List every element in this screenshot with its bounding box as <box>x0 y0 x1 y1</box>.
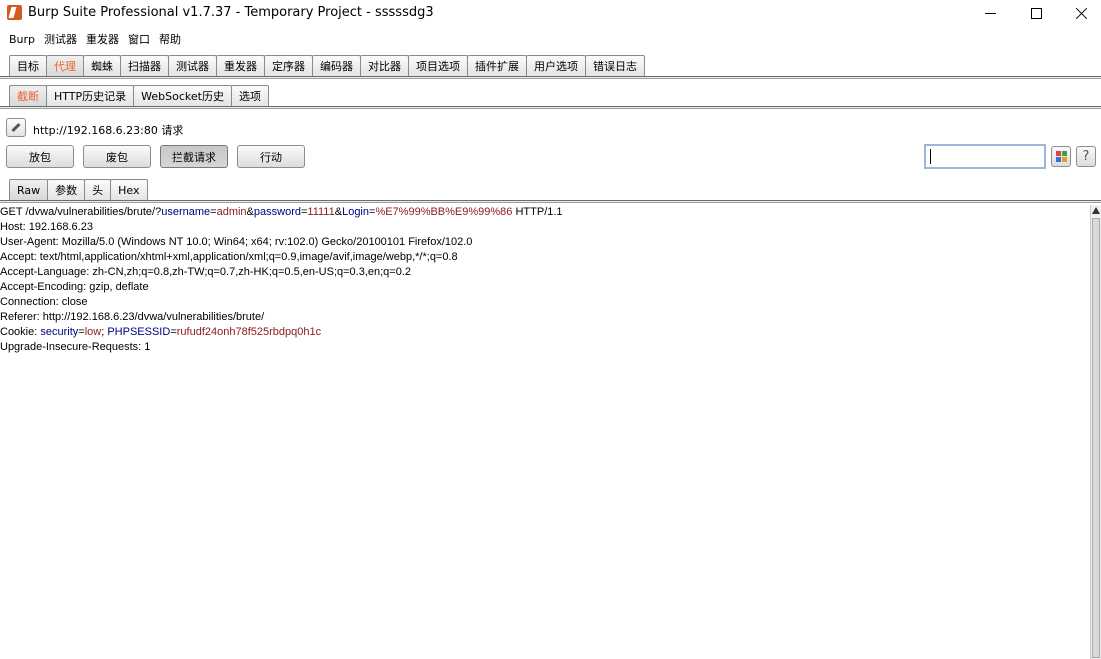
cookie-name: security <box>40 326 79 338</box>
proxy-tab-bar: 截断 HTTP历史记录 WebSocket历史 选项 <box>0 85 1101 106</box>
close-icon <box>1075 7 1088 20</box>
main-tab-bar: 目标 代理 蜘蛛 扫描器 测试器 重发器 定序器 编码器 对比器 项目选项 插件… <box>0 55 1101 76</box>
http-version: HTTP/1.1 <box>512 206 563 218</box>
tab-raw[interactable]: Raw <box>9 179 49 200</box>
color-grid-cell <box>1062 157 1067 162</box>
menu-intruder[interactable]: 测试器 <box>44 31 77 47</box>
highlight-color-button[interactable] <box>1051 146 1071 167</box>
menu-window[interactable]: 窗口 <box>128 31 150 47</box>
cookie-value: low <box>84 326 102 338</box>
param-value: 11111 <box>307 206 335 218</box>
intercept-toggle-button[interactable]: 拦截请求 <box>160 145 228 168</box>
tab-hex[interactable]: Hex <box>110 179 148 200</box>
header-line: Upgrade-Insecure-Requests: 1 <box>0 341 151 353</box>
param-value: admin <box>216 206 247 218</box>
text-caret <box>930 149 931 164</box>
header-line: Accept: text/html,application/xhtml+xml,… <box>0 251 458 263</box>
tab-divider <box>0 76 1101 79</box>
help-button[interactable]: ? <box>1076 146 1096 167</box>
window-title: Burp Suite Professional v1.7.37 - Tempor… <box>28 5 434 20</box>
message-editor-tab-bar: Raw 参数 头 Hex <box>0 179 1101 200</box>
tab-proxy[interactable]: 代理 <box>46 55 84 76</box>
tab-alerts[interactable]: 错误日志 <box>585 55 645 76</box>
param-name: username <box>161 206 211 218</box>
maximize-button[interactable] <box>1013 0 1059 26</box>
tab-sequencer[interactable]: 定序器 <box>264 55 313 76</box>
param-name: password <box>253 206 301 218</box>
maximize-icon <box>1030 7 1042 19</box>
header-line: Referer: http://192.168.6.23/dvwa/vulner… <box>0 311 265 323</box>
scroll-up-arrow-icon[interactable] <box>1092 207 1100 214</box>
search-field[interactable] <box>924 144 1046 169</box>
param-name: Login <box>342 206 369 218</box>
cookie-line: Cookie: security=low; PHPSESSID=rufudf24… <box>0 326 322 338</box>
param-value: %E7%99%BB%E9%99%86 <box>375 206 513 218</box>
tab-divider <box>0 106 1101 109</box>
tab-repeater[interactable]: 重发器 <box>216 55 265 76</box>
menu-burp[interactable]: Burp <box>9 33 35 46</box>
minimize-button[interactable] <box>967 0 1013 26</box>
tab-user-options[interactable]: 用户选项 <box>526 55 586 76</box>
header-line: Accept-Language: zh-CN,zh;q=0.8,zh-TW;q=… <box>0 266 412 278</box>
help-icon: ? <box>1082 149 1090 164</box>
close-button[interactable] <box>1058 0 1101 26</box>
color-grid-icon <box>1056 151 1061 156</box>
tab-headers[interactable]: 头 <box>84 179 112 200</box>
header-line: Accept-Encoding: gzip, deflate <box>0 281 149 293</box>
action-button[interactable]: 行动 <box>237 145 305 168</box>
tab-extender[interactable]: 插件扩展 <box>467 55 527 76</box>
minimize-icon <box>984 12 996 14</box>
scroll-thumb[interactable] <box>1092 218 1100 658</box>
menu-repeater[interactable]: 重发器 <box>86 31 119 47</box>
tab-params[interactable]: 参数 <box>47 179 86 200</box>
menu-help[interactable]: 帮助 <box>159 31 181 47</box>
tab-http-history[interactable]: HTTP历史记录 <box>46 85 135 106</box>
color-grid-cell <box>1056 157 1061 162</box>
tab-websocket-history[interactable]: WebSocket历史 <box>133 85 232 106</box>
tab-scanner[interactable]: 扫描器 <box>120 55 169 76</box>
header-line: Host: 192.168.6.23 <box>0 221 93 233</box>
raw-request-editor[interactable]: GET /dvwa/vulnerabilities/brute/?usernam… <box>0 205 1090 659</box>
pencil-icon <box>11 122 21 133</box>
title-bar: Burp Suite Professional v1.7.37 - Tempor… <box>0 0 1101 28</box>
tab-proxy-options[interactable]: 选项 <box>230 85 269 106</box>
tab-intruder[interactable]: 测试器 <box>168 55 217 76</box>
tab-spider[interactable]: 蜘蛛 <box>83 55 121 76</box>
cookie-value: rufudf24onh78f525rbdpq0h1c <box>176 326 322 338</box>
tab-project-options[interactable]: 项目选项 <box>408 55 468 76</box>
request-target-label: http://192.168.6.23:80 请求 <box>33 124 184 137</box>
tab-intercept[interactable]: 截断 <box>9 85 47 106</box>
header-line: Connection: close <box>0 296 88 308</box>
tab-target[interactable]: 目标 <box>9 55 47 76</box>
drop-button[interactable]: 废包 <box>83 145 151 168</box>
menu-bar: Burp 测试器 重发器 窗口 帮助 <box>0 29 1101 49</box>
color-grid-cell <box>1062 151 1067 156</box>
cookie-header-name: Cookie: <box>0 326 41 338</box>
burp-app-icon <box>7 5 22 20</box>
cookie-name: PHPSESSID <box>107 326 171 338</box>
editor-scrollbar[interactable] <box>1090 205 1101 659</box>
tab-decoder[interactable]: 编码器 <box>312 55 361 76</box>
tab-comparer[interactable]: 对比器 <box>360 55 409 76</box>
search-input[interactable] <box>926 146 1044 167</box>
forward-button[interactable]: 放包 <box>6 145 74 168</box>
header-line: User-Agent: Mozilla/5.0 (Windows NT 10.0… <box>0 236 473 248</box>
edit-request-button[interactable] <box>6 118 26 137</box>
tab-divider <box>0 200 1101 203</box>
request-line: GET /dvwa/vulnerabilities/brute/?usernam… <box>0 206 563 218</box>
request-method-path: GET /dvwa/vulnerabilities/brute/? <box>0 206 162 218</box>
